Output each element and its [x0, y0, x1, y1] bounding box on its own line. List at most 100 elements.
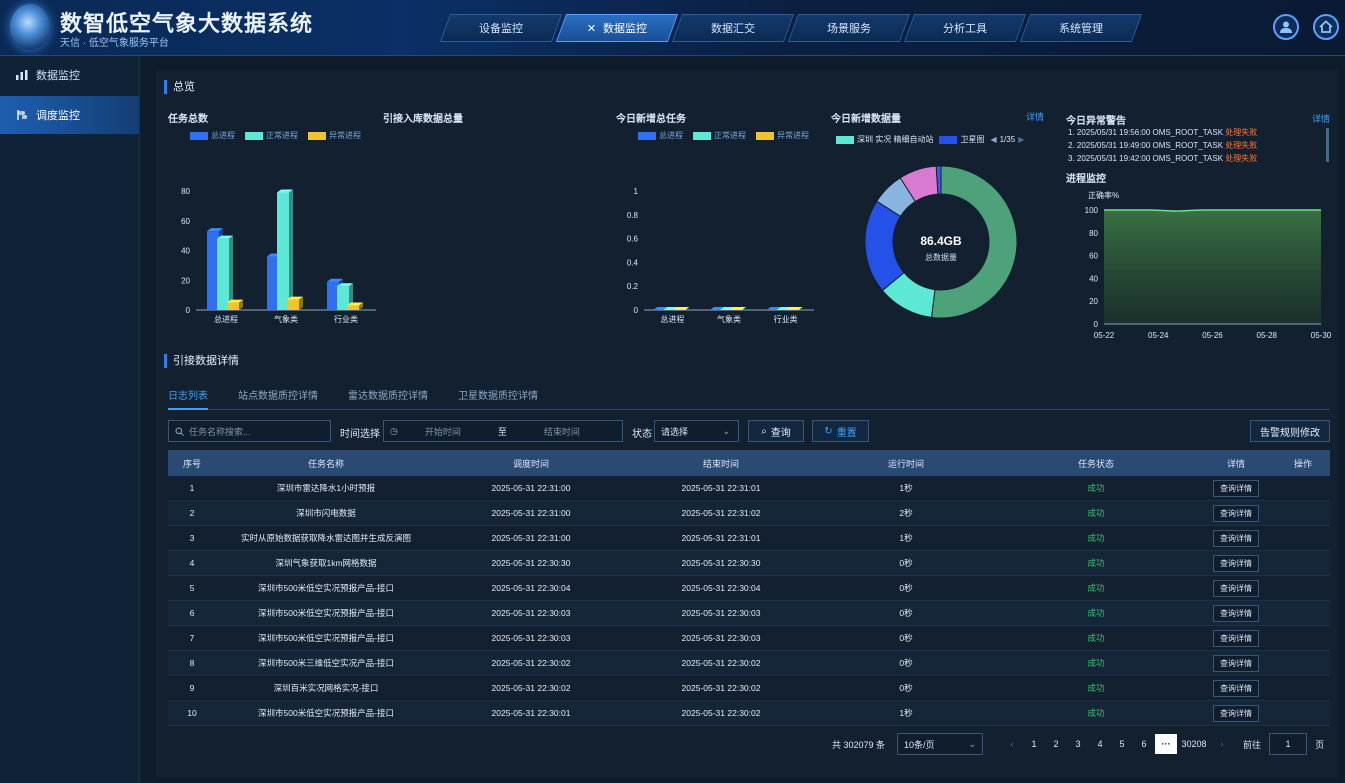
- tab-log-list[interactable]: 日志列表: [168, 388, 208, 410]
- page-2[interactable]: 2: [1045, 739, 1067, 749]
- task-search-input[interactable]: 任务名称搜索...: [168, 420, 331, 442]
- alert-item[interactable]: 1. 2025/05/31 19:56:00 OMS_ROOT_TASK 处理失…: [1068, 126, 1328, 139]
- task-status: 成功: [1087, 533, 1105, 543]
- page-6[interactable]: 6: [1133, 739, 1155, 749]
- page-4[interactable]: 4: [1089, 739, 1111, 749]
- view-detail-button[interactable]: 查询详情: [1213, 629, 1259, 647]
- task-status: 成功: [1087, 583, 1105, 593]
- view-detail-button[interactable]: 查询详情: [1213, 529, 1259, 547]
- view-detail-button[interactable]: 查询详情: [1213, 679, 1259, 697]
- details-tabs: 日志列表 站点数据质控详情 雷达数据质控详情 卫星数据质控详情: [168, 388, 1330, 410]
- process-chart: 正确率% 0 20 40 60 80 100 05-22 05-24 05-26 05-28 05-3…: [1085, 190, 1331, 340]
- y-tick-label: 100: [1085, 206, 1099, 215]
- goto-label: 前往: [1243, 739, 1262, 750]
- sidebar-item-schedule-monitor[interactable]: 调度监控: [0, 96, 139, 134]
- schedule-time: 2025-05-31 22:31:00: [491, 533, 571, 543]
- y-tick-label: 0.2: [627, 282, 639, 291]
- run-time: 0秒: [899, 558, 913, 568]
- view-detail-button[interactable]: 查询详情: [1213, 604, 1259, 622]
- view-detail-button[interactable]: 查询详情: [1213, 579, 1259, 597]
- status-select[interactable]: 请选择 ⌄: [654, 420, 739, 442]
- prev-page-icon[interactable]: ‹: [1001, 739, 1023, 749]
- x-tick-label: 05-22: [1094, 331, 1115, 340]
- tab-satellite-qc[interactable]: 卫星数据质控详情: [458, 388, 538, 410]
- query-button[interactable]: ⌕ 查询: [748, 420, 804, 442]
- row-index: 1: [189, 483, 195, 493]
- page-3[interactable]: 3: [1067, 739, 1089, 749]
- alerts-detail-link[interactable]: 详情: [1312, 112, 1330, 125]
- run-time: 0秒: [899, 658, 913, 668]
- row-index: 9: [189, 683, 195, 693]
- nav-tab-analysis[interactable]: 分析工具: [903, 14, 1027, 42]
- y-tick-label: 0: [634, 306, 639, 315]
- tools-icon: ✕: [587, 22, 597, 35]
- new-data-detail-link[interactable]: 详情: [1026, 110, 1044, 123]
- view-detail-button[interactable]: 查询详情: [1213, 704, 1259, 722]
- date-range-picker[interactable]: ◷ 开始时间 至 结束时间: [383, 420, 623, 442]
- alert-item[interactable]: 2. 2025/05/31 19:49:00 OMS_ROOT_TASK 处理失…: [1068, 139, 1328, 152]
- donut-legend-pager[interactable]: ◀ 1/35 ▶: [990, 134, 1024, 145]
- schedule-time: 2025-05-31 22:30:04: [491, 583, 571, 593]
- x-tick-label: 行业类: [334, 314, 358, 324]
- home-icon[interactable]: [1313, 14, 1339, 40]
- table-row: 7 深圳市500米低空实况预报产品-接口 2025-05-31 22:30:03 20…: [168, 626, 1330, 651]
- run-time: 0秒: [899, 583, 913, 593]
- tab-radar-qc[interactable]: 雷达数据质控详情: [348, 388, 428, 410]
- page-1[interactable]: 1: [1023, 739, 1045, 749]
- alerts-scrollbar[interactable]: [1326, 128, 1329, 162]
- schedule-time: 2025-05-31 22:30:03: [491, 608, 571, 618]
- total-count: 共 302079 条: [832, 739, 886, 750]
- row-index: 7: [189, 633, 195, 643]
- alert-rule-button[interactable]: 告警规则修改: [1250, 420, 1330, 442]
- end-time: 2025-05-31 22:30:03: [681, 608, 761, 618]
- table-row: 6 深圳市500米低空实况预报产品-接口 2025-05-31 22:30:03 20…: [168, 601, 1330, 626]
- page-last[interactable]: 30208: [1177, 739, 1211, 749]
- page-size-select[interactable]: 10条/页 ⌄: [897, 733, 984, 755]
- tab-station-qc[interactable]: 站点数据质控详情: [238, 388, 318, 410]
- refresh-icon: ↻: [824, 425, 833, 437]
- bar: [347, 305, 359, 310]
- row-index: 4: [189, 558, 195, 568]
- task-name: 深圳市雷达降水1小时预报: [276, 483, 376, 493]
- goto-suffix: 页: [1315, 739, 1325, 750]
- bar-side: [289, 189, 293, 310]
- end-time: 2025-05-31 22:30:02: [681, 658, 761, 668]
- table-row: 10 深圳市500米低空实况预报产品-接口 2025-05-31 22:30:01 2…: [168, 701, 1330, 726]
- donut-center-caption: 总数据量: [925, 253, 957, 262]
- area-fill: [1104, 210, 1321, 324]
- run-time: 1秒: [899, 533, 913, 543]
- task-name: 实时从原始数据获取降水雷达图并生成反演图: [240, 533, 411, 543]
- row-index: 2: [189, 508, 195, 518]
- process-label: 进程监控: [1066, 174, 1106, 185]
- page-5[interactable]: 5: [1111, 739, 1133, 749]
- nav-tab-data-exchange[interactable]: 数据汇交: [671, 14, 795, 42]
- task-total-chart: 0 20 40 60 80 总进程 气象类 行业类: [181, 187, 376, 324]
- chart1-legend: 总进程 正常进程 异常进程: [190, 130, 361, 141]
- prev-icon: ◀: [990, 135, 997, 144]
- row-index: 8: [189, 658, 195, 668]
- view-detail-button[interactable]: 查询详情: [1213, 554, 1259, 572]
- alert-item[interactable]: 3. 2025/05/31 19:42:00 OMS_ROOT_TASK 处理失…: [1068, 152, 1328, 165]
- nav-tab-data-monitor[interactable]: ✕ 数据监控: [555, 14, 679, 42]
- sidebar-item-data-monitor[interactable]: 数据监控: [0, 56, 139, 94]
- table-row: 4 深圳气象获取1km网格数据 2025-05-31 22:30:30 2025-05…: [168, 551, 1330, 576]
- schedule-time: 2025-05-31 22:30:02: [491, 683, 571, 693]
- reset-button[interactable]: ↻ 重置: [812, 420, 869, 442]
- status-label: 状态: [632, 429, 652, 440]
- nav-tab-scenario[interactable]: 场景服务: [787, 14, 911, 42]
- view-detail-button[interactable]: 查询详情: [1213, 504, 1259, 522]
- task-name: 深圳市闪电数据: [296, 508, 356, 518]
- view-detail-button[interactable]: 查询详情: [1213, 479, 1259, 497]
- page-ellipsis[interactable]: ···: [1155, 734, 1178, 754]
- app-logo: [10, 4, 50, 50]
- next-page-icon[interactable]: ›: [1211, 739, 1233, 749]
- bar: [287, 299, 299, 310]
- goto-page-input[interactable]: 1: [1269, 733, 1308, 755]
- nav-tab-device[interactable]: 设备监控: [439, 14, 563, 42]
- nav-tab-system[interactable]: 系统管理: [1019, 14, 1143, 42]
- x-tick-label: 05-28: [1257, 331, 1278, 340]
- task-status: 成功: [1087, 608, 1105, 618]
- view-detail-button[interactable]: 查询详情: [1213, 654, 1259, 672]
- user-icon[interactable]: [1273, 14, 1299, 40]
- y-axis-label: 正确率%: [1088, 190, 1119, 200]
